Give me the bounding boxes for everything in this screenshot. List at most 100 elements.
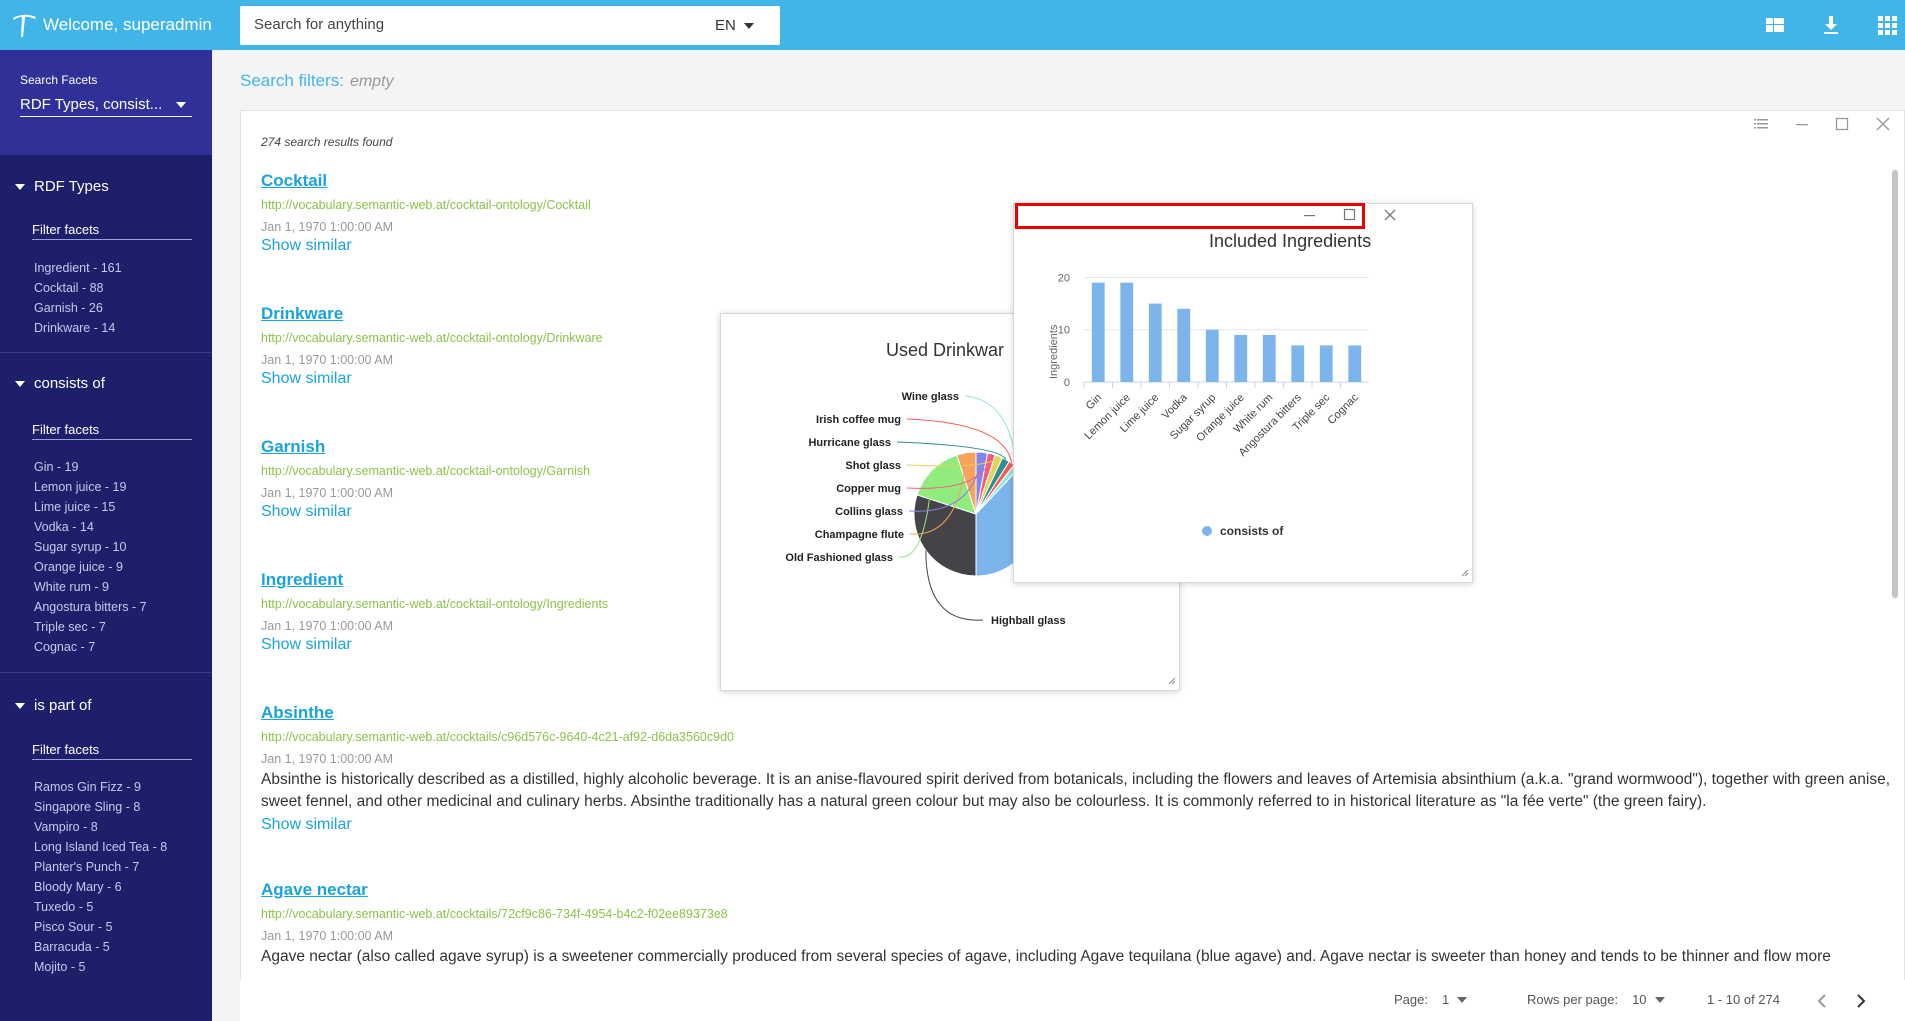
facet-item[interactable]: Barracuda - 5 (34, 937, 167, 957)
filter-facets-input[interactable]: Filter facets (32, 422, 192, 440)
chevron-left-icon[interactable] (1815, 993, 1829, 1009)
facet-group-toggle[interactable]: consists of (15, 375, 105, 392)
facets-caption: Search Facets (20, 73, 98, 87)
facet-item[interactable]: Vodka - 14 (34, 517, 147, 537)
bar[interactable] (1291, 345, 1305, 382)
facets-select[interactable]: RDF Types, consist... (20, 93, 192, 117)
results-scrollbar-thumb[interactable] (1892, 170, 1898, 598)
chevron-down-icon (15, 702, 25, 709)
bar[interactable] (1262, 334, 1276, 382)
bar[interactable] (1234, 334, 1248, 382)
bar[interactable] (1205, 329, 1219, 382)
chevron-right-icon[interactable] (1854, 993, 1868, 1009)
result-title[interactable]: Drinkware (261, 304, 343, 324)
result-title[interactable]: Ingredient (261, 570, 343, 590)
bar[interactable] (1091, 282, 1105, 382)
facet-item[interactable]: Long Island Iced Tea - 8 (34, 837, 167, 857)
filter-facets-input[interactable]: Filter facets (32, 222, 192, 240)
search-input[interactable] (254, 16, 684, 33)
show-similar-link[interactable]: Show similar (261, 503, 352, 521)
chevron-down-icon (15, 183, 25, 190)
facet-item[interactable]: Tuxedo - 5 (34, 897, 167, 917)
facet-item[interactable]: Orange juice - 9 (34, 557, 147, 577)
facet-item[interactable]: Pisco Sour - 5 (34, 917, 167, 937)
bar[interactable] (1348, 345, 1362, 382)
show-similar-link[interactable]: Show similar (261, 370, 352, 388)
result-url[interactable]: http://vocabulary.semantic-web.at/cockta… (261, 730, 734, 744)
minimize-icon[interactable] (1794, 116, 1810, 132)
facet-item[interactable]: Singapore Sling - 8 (34, 797, 167, 817)
sidebar-scrollbar-track[interactable] (212, 50, 213, 1021)
divider (0, 352, 213, 353)
bar-chart: 01020 GinLemon juiceLime juiceVodkaSugar… (1048, 231, 1469, 577)
facet-item[interactable]: Drinkware - 14 (34, 318, 122, 338)
language-select[interactable]: EN (715, 17, 754, 34)
bar[interactable] (1148, 303, 1162, 382)
apps-grid-icon[interactable] (1876, 14, 1898, 36)
facet-group-toggle[interactable]: RDF Types (15, 178, 109, 195)
result-title[interactable]: Absinthe (261, 703, 334, 723)
dashboard-icon[interactable] (1764, 14, 1786, 36)
result-title[interactable]: Agave nectar (261, 880, 368, 900)
facet-item[interactable]: Gin - 19 (34, 457, 147, 477)
search-filters: Search filters: empty (240, 71, 394, 91)
rows-per-page-select[interactable]: 10 (1632, 992, 1646, 1007)
facet-item[interactable]: Mojito - 5 (34, 957, 167, 977)
result-title[interactable]: Cocktail (261, 171, 327, 191)
pie-label: Old Fashioned glass (785, 552, 893, 564)
show-similar-link[interactable]: Show similar (261, 816, 352, 834)
facet-item[interactable]: Triple sec - 7 (34, 617, 147, 637)
facet-list: Ramos Gin Fizz - 9 Singapore Sling - 8 V… (34, 777, 167, 977)
result-url[interactable]: http://vocabulary.semantic-web.at/cockta… (261, 907, 728, 921)
result-description: Absinthe is historically described as a … (261, 771, 1890, 810)
result-item: Agave nectar http://vocabulary.semantic-… (261, 880, 1881, 970)
resize-handle-icon[interactable] (1461, 569, 1469, 577)
chevron-down-icon[interactable] (1654, 996, 1665, 1003)
legend-marker[interactable] (1202, 526, 1212, 536)
facet-list: Ingredient - 161 Cocktail - 88 Garnish -… (34, 258, 122, 338)
facet-item[interactable]: Vampiro - 8 (34, 817, 167, 837)
filter-facets-input[interactable]: Filter facets (32, 742, 192, 760)
legend-label[interactable]: consists of (1220, 524, 1284, 538)
close-icon[interactable] (1383, 208, 1397, 222)
facet-item[interactable]: Sugar syrup - 10 (34, 537, 147, 557)
list-view-icon[interactable] (1753, 116, 1769, 132)
page-select[interactable]: 1 (1442, 992, 1449, 1007)
result-date: Jan 1, 1970 1:00:00 AM (261, 929, 394, 943)
bar[interactable] (1319, 345, 1333, 382)
facet-item[interactable]: Lemon juice - 19 (34, 477, 147, 497)
resize-handle-icon[interactable] (1168, 677, 1176, 685)
facet-item[interactable]: Planter's Punch - 7 (34, 857, 167, 877)
logo-icon[interactable] (10, 12, 38, 38)
facet-item[interactable]: Cocktail - 88 (34, 278, 122, 298)
result-url[interactable]: http://vocabulary.semantic-web.at/cockta… (261, 464, 590, 478)
page-label: Page: (1394, 992, 1428, 1007)
ingredients-chart-window[interactable]: 0 10 20 Gin Lemon juice Lime juice Vodka Sugar… (1013, 203, 1473, 583)
facet-item[interactable]: Angostura bitters - 7 (34, 597, 147, 617)
result-url[interactable]: http://vocabulary.semantic-web.at/cockta… (261, 331, 603, 345)
show-similar-link[interactable]: Show similar (261, 237, 352, 255)
y-axis-label: Ingredients (1048, 324, 1060, 379)
maximize-icon[interactable] (1834, 116, 1850, 132)
download-icon[interactable] (1820, 14, 1842, 36)
facet-item[interactable]: Cognac - 7 (34, 637, 147, 657)
chevron-down-icon[interactable] (1457, 996, 1468, 1003)
facet-item[interactable]: White rum - 9 (34, 577, 147, 597)
show-similar-link[interactable]: Show similar (261, 636, 352, 654)
close-icon[interactable] (1875, 116, 1891, 132)
chevron-down-icon (15, 380, 25, 387)
facet-item[interactable]: Ramos Gin Fizz - 9 (34, 777, 167, 797)
facet-group-toggle[interactable]: is part of (15, 697, 92, 714)
bar[interactable] (1120, 282, 1134, 382)
result-title[interactable]: Garnish (261, 437, 325, 457)
facet-item[interactable]: Ingredient - 161 (34, 258, 122, 278)
top-bar: Welcome, superadmin EN (0, 0, 1905, 50)
facet-item[interactable]: Garnish - 26 (34, 298, 122, 318)
bar[interactable] (1177, 308, 1191, 382)
result-url[interactable]: http://vocabulary.semantic-web.at/cockta… (261, 198, 591, 212)
x-tick-label: Cognac (1326, 391, 1362, 427)
search-box[interactable]: EN (240, 6, 780, 45)
facet-item[interactable]: Lime juice - 15 (34, 497, 147, 517)
facet-item[interactable]: Bloody Mary - 6 (34, 877, 167, 897)
result-url[interactable]: http://vocabulary.semantic-web.at/cockta… (261, 597, 608, 611)
